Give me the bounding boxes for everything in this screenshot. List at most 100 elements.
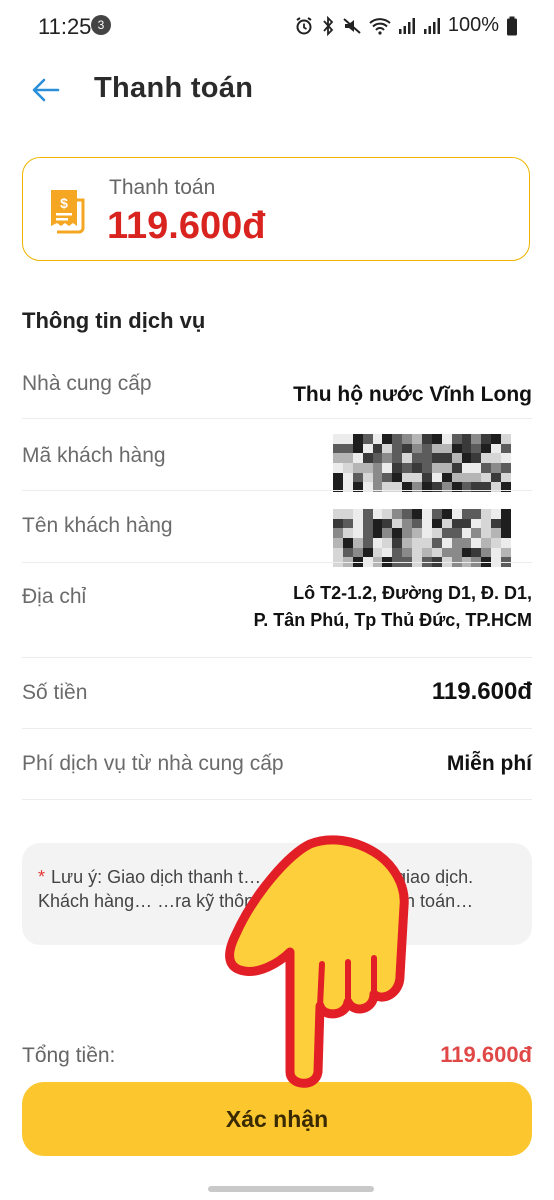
redaction-pixel bbox=[491, 443, 502, 454]
redaction-pixel bbox=[491, 509, 502, 519]
redaction-pixel bbox=[481, 463, 492, 473]
redaction-pixel bbox=[342, 547, 353, 558]
status-time: 11:25 bbox=[38, 14, 92, 39]
redaction-pixel bbox=[491, 434, 502, 444]
redaction-pixel bbox=[382, 472, 393, 483]
redaction-pixel bbox=[481, 538, 492, 548]
battery-percent: 100% bbox=[447, 14, 499, 36]
redaction-pixel bbox=[501, 518, 511, 529]
redaction-pixel bbox=[461, 538, 472, 548]
redaction-pixel bbox=[412, 528, 422, 538]
redaction-pixel bbox=[431, 518, 442, 529]
note-box: * Lưu ý: Giao dịch thanh t… …ng hỗ trợ hủ… bbox=[22, 843, 532, 945]
redaction-pixel bbox=[431, 509, 442, 519]
redaction-pixel bbox=[382, 443, 393, 454]
redaction-pixel bbox=[461, 509, 472, 519]
redaction-pixel bbox=[422, 443, 432, 454]
redaction-pixel bbox=[372, 547, 383, 558]
redaction-pixel bbox=[471, 509, 482, 519]
redaction-pixel bbox=[422, 453, 432, 463]
redaction-pixel bbox=[333, 453, 343, 463]
redaction-pixel bbox=[392, 509, 403, 519]
address-line-1: Lô T2-1.2, Đường D1, Đ. D1, bbox=[293, 583, 532, 603]
redaction-pixel bbox=[392, 518, 403, 529]
redaction-pixel bbox=[333, 463, 343, 473]
redaction-pixel bbox=[501, 547, 511, 558]
redaction-pixel bbox=[402, 528, 413, 538]
back-button[interactable] bbox=[30, 76, 62, 104]
redaction-pixel bbox=[382, 518, 393, 529]
redaction-pixel bbox=[471, 538, 482, 548]
redaction-pixel bbox=[441, 472, 452, 483]
redaction-pixel bbox=[461, 518, 472, 529]
divider bbox=[22, 728, 532, 729]
redaction-pixel bbox=[441, 443, 452, 454]
redaction-pixel bbox=[402, 453, 413, 463]
divider bbox=[22, 490, 532, 491]
redaction-pixel bbox=[392, 453, 403, 463]
page-title: Thanh toán bbox=[94, 72, 254, 104]
payment-summary-card: $ Thanh toán 119.600đ bbox=[22, 157, 530, 261]
status-icons: 100% bbox=[294, 14, 518, 37]
amount-value: 119.600đ bbox=[431, 678, 532, 705]
redaction-pixel bbox=[372, 472, 383, 483]
redaction-pixel bbox=[392, 538, 403, 548]
customer-name-label: Tên khách hàng bbox=[22, 514, 173, 537]
redaction-pixel bbox=[352, 528, 363, 538]
redaction-pixel bbox=[461, 434, 472, 444]
redaction-pixel bbox=[471, 453, 482, 463]
customer-name-redacted bbox=[333, 509, 511, 567]
redaction-pixel bbox=[333, 434, 343, 444]
redaction-pixel bbox=[362, 528, 373, 538]
redaction-pixel bbox=[333, 528, 343, 538]
redaction-pixel bbox=[412, 547, 422, 558]
redaction-pixel bbox=[491, 463, 502, 473]
redaction-pixel bbox=[402, 538, 413, 548]
redaction-pixel bbox=[352, 547, 363, 558]
redaction-pixel bbox=[501, 453, 511, 463]
redaction-pixel bbox=[352, 443, 363, 454]
redaction-pixel bbox=[451, 547, 462, 558]
redaction-pixel bbox=[402, 509, 413, 519]
redaction-pixel bbox=[412, 463, 422, 473]
notification-count-badge: 3 bbox=[91, 15, 111, 35]
redaction-pixel bbox=[352, 463, 363, 473]
redaction-pixel bbox=[362, 443, 373, 454]
redaction-pixel bbox=[441, 434, 452, 444]
redaction-pixel bbox=[491, 528, 502, 538]
battery-icon bbox=[506, 16, 518, 36]
confirm-button[interactable]: Xác nhận bbox=[22, 1082, 532, 1156]
redaction-pixel bbox=[471, 443, 482, 454]
redaction-pixel bbox=[333, 509, 343, 519]
redaction-pixel bbox=[422, 518, 432, 529]
redaction-pixel bbox=[431, 538, 442, 548]
redaction-pixel bbox=[412, 434, 422, 444]
redaction-pixel bbox=[333, 472, 343, 483]
redaction-pixel bbox=[412, 453, 422, 463]
redaction-pixel bbox=[382, 509, 393, 519]
redaction-pixel bbox=[441, 463, 452, 473]
redaction-pixel bbox=[412, 538, 422, 548]
redaction-pixel bbox=[362, 463, 373, 473]
redaction-pixel bbox=[372, 509, 383, 519]
redaction-pixel bbox=[471, 518, 482, 529]
redaction-pixel bbox=[352, 453, 363, 463]
redaction-pixel bbox=[501, 443, 511, 454]
note-text: Lưu ý: Giao dịch thanh t… …ng hỗ trợ hủy… bbox=[38, 867, 474, 911]
redaction-pixel bbox=[422, 538, 432, 548]
service-fee-value: Miễn phí bbox=[446, 752, 532, 775]
redaction-pixel bbox=[491, 472, 502, 483]
redaction-pixel bbox=[481, 443, 492, 454]
redaction-pixel bbox=[441, 528, 452, 538]
redaction-pixel bbox=[412, 518, 422, 529]
redaction-pixel bbox=[481, 547, 492, 558]
redaction-pixel bbox=[333, 538, 343, 548]
total-label: Tổng tiền: bbox=[22, 1044, 116, 1067]
redaction-pixel bbox=[392, 472, 403, 483]
redaction-pixel bbox=[501, 472, 511, 483]
arrow-left-icon bbox=[32, 78, 60, 102]
redaction-pixel bbox=[441, 547, 452, 558]
redaction-pixel bbox=[431, 443, 442, 454]
mute-icon bbox=[342, 16, 362, 36]
redaction-pixel bbox=[461, 547, 472, 558]
